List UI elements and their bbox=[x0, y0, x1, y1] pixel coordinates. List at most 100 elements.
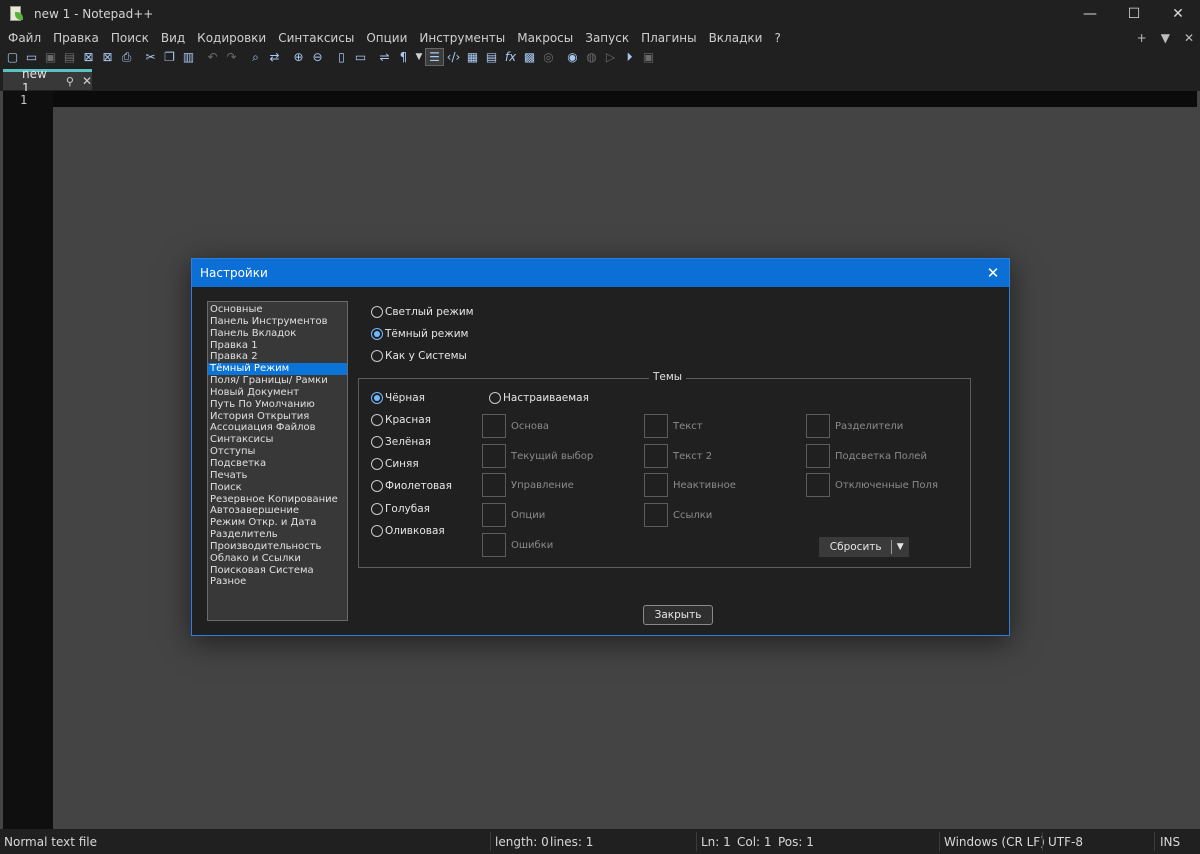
status-encoding[interactable]: UTF-8 bbox=[1048, 835, 1083, 849]
menu-settings[interactable]: Опции bbox=[360, 28, 413, 48]
tab-list-icon[interactable]: ▼ bbox=[1161, 31, 1170, 45]
doc-map-icon[interactable]: ▦ bbox=[463, 48, 482, 66]
show-all-chars-icon[interactable]: ¶ bbox=[394, 48, 413, 66]
status-length: length: 0 bbox=[495, 835, 549, 849]
menu-search[interactable]: Поиск bbox=[105, 28, 155, 48]
maximize-button[interactable]: ☐ bbox=[1112, 0, 1156, 28]
lang-xml-icon[interactable]: ‹/› bbox=[444, 48, 463, 66]
cut-icon[interactable]: ✂ bbox=[141, 48, 160, 66]
theme-black-radio[interactable]: Чёрная bbox=[371, 392, 425, 404]
category-item-search-engine[interactable]: Поисковая Система bbox=[208, 565, 347, 577]
theme-cyan-radio[interactable]: Голубая bbox=[371, 503, 430, 515]
zoom-out-icon[interactable]: ⊖ bbox=[308, 48, 327, 66]
indent-guide-icon[interactable]: ☰ bbox=[425, 48, 444, 66]
system-mode-radio[interactable]: Как у Системы bbox=[371, 350, 467, 362]
category-item-tabbar[interactable]: Панель Вкладок bbox=[208, 328, 347, 340]
category-item-recent-files[interactable]: История Открытия bbox=[208, 411, 347, 423]
category-item-multi-instance[interactable]: Режим Откр. и Дата bbox=[208, 517, 347, 529]
theme-green-radio[interactable]: Зелёная bbox=[371, 436, 431, 448]
category-item-new-document[interactable]: Новый Документ bbox=[208, 387, 347, 399]
print-icon[interactable]: ⎙ bbox=[117, 48, 136, 66]
close-all-icon[interactable]: ⊠ bbox=[98, 48, 117, 66]
category-item-general[interactable]: Основные bbox=[208, 304, 347, 316]
sync-horizontal-icon[interactable]: ▭ bbox=[351, 48, 370, 66]
category-item-print[interactable]: Печать bbox=[208, 470, 347, 482]
category-item-file-association[interactable]: Ассоциация Файлов bbox=[208, 422, 347, 434]
category-item-searching[interactable]: Поиск bbox=[208, 482, 347, 494]
menu-help[interactable]: ? bbox=[768, 28, 786, 48]
category-item-language[interactable]: Синтаксисы bbox=[208, 434, 347, 446]
category-item-dark-mode[interactable]: Тёмный Режим bbox=[208, 363, 347, 376]
category-item-default-directory[interactable]: Путь По Умолчанию bbox=[208, 399, 347, 411]
play-multiple-icon[interactable]: ⏵ bbox=[620, 48, 639, 66]
light-mode-radio[interactable]: Светлый режим bbox=[371, 306, 474, 318]
find-icon[interactable]: ⌕ bbox=[246, 48, 265, 66]
folder-workspace-icon[interactable]: ▩ bbox=[520, 48, 539, 66]
category-item-cloud-link[interactable]: Облако и Ссылки bbox=[208, 553, 347, 565]
theme-custom-radio[interactable]: Настраиваемая bbox=[489, 392, 589, 404]
tab-new-1[interactable]: new 1 ⚲ ✕ bbox=[3, 67, 92, 95]
word-wrap-icon[interactable]: ⇌ bbox=[375, 48, 394, 66]
menu-plugins[interactable]: Плагины bbox=[635, 28, 702, 48]
category-item-margins[interactable]: Поля/ Границы/ Рамки bbox=[208, 375, 347, 387]
menu-file[interactable]: Файл bbox=[2, 28, 47, 48]
chevron-down-icon[interactable]: ▼ bbox=[892, 542, 908, 552]
stop-macro-icon[interactable]: ◍ bbox=[582, 48, 601, 66]
category-item-highlighting[interactable]: Подсветка bbox=[208, 458, 347, 470]
pin-icon[interactable]: ⚲ bbox=[66, 75, 74, 88]
tab-close-icon[interactable]: ✕ bbox=[82, 74, 92, 88]
category-item-misc[interactable]: Разное bbox=[208, 576, 347, 588]
category-item-delimiter[interactable]: Разделитель bbox=[208, 529, 347, 541]
menu-run[interactable]: Запуск bbox=[579, 28, 635, 48]
dialog-close-icon[interactable]: ✕ bbox=[983, 263, 1003, 283]
replace-icon[interactable]: ⇄ bbox=[265, 48, 284, 66]
paste-icon[interactable]: ▥ bbox=[179, 48, 198, 66]
theme-red-radio[interactable]: Красная bbox=[371, 414, 431, 426]
dropdown-icon[interactable]: ▼ bbox=[413, 48, 425, 66]
menu-encoding[interactable]: Кодировки bbox=[191, 28, 272, 48]
menu-tools[interactable]: Инструменты bbox=[413, 28, 511, 48]
monitoring-icon[interactable]: ◎ bbox=[539, 48, 558, 66]
category-item-autocompletion[interactable]: Автозавершение bbox=[208, 505, 347, 517]
open-file-icon[interactable]: ▭ bbox=[22, 48, 41, 66]
menu-view[interactable]: Вид bbox=[155, 28, 191, 48]
zoom-in-icon[interactable]: ⊕ bbox=[289, 48, 308, 66]
menu-edit[interactable]: Правка bbox=[47, 28, 105, 48]
sync-vertical-icon[interactable]: ▯ bbox=[332, 48, 351, 66]
close-icon[interactable]: ⊠ bbox=[79, 48, 98, 66]
record-macro-icon[interactable]: ◉ bbox=[563, 48, 582, 66]
save-icon[interactable]: ▣ bbox=[41, 48, 60, 66]
play-macro-icon[interactable]: ▷ bbox=[601, 48, 620, 66]
color-text-2: Текст 2 bbox=[644, 444, 712, 468]
dark-mode-radio[interactable]: Тёмный режим bbox=[371, 328, 468, 340]
category-item-editing-1[interactable]: Правка 1 bbox=[208, 340, 347, 352]
doc-list-icon[interactable]: ▤ bbox=[482, 48, 501, 66]
theme-purple-radio[interactable]: Фиолетовая bbox=[371, 480, 452, 492]
category-item-performance[interactable]: Производительность bbox=[208, 541, 347, 553]
category-list[interactable]: Основные Панель Инструментов Панель Вкла… bbox=[207, 301, 348, 621]
undo-icon[interactable]: ↶ bbox=[203, 48, 222, 66]
copy-icon[interactable]: ❐ bbox=[160, 48, 179, 66]
theme-olive-radio[interactable]: Оливковая bbox=[371, 525, 445, 537]
reset-button[interactable]: Сбросить ▼ bbox=[819, 537, 909, 557]
close-doc-icon[interactable]: ✕ bbox=[1184, 31, 1194, 45]
redo-icon[interactable]: ↷ bbox=[222, 48, 241, 66]
save-macro-icon[interactable]: ▣ bbox=[639, 48, 658, 66]
new-file-icon[interactable]: ▢ bbox=[3, 48, 22, 66]
menu-language[interactable]: Синтаксисы bbox=[272, 28, 360, 48]
close-dialog-button[interactable]: Закрыть bbox=[643, 605, 713, 625]
category-item-toolbar[interactable]: Панель Инструментов bbox=[208, 316, 347, 328]
minimize-button[interactable]: — bbox=[1068, 0, 1112, 28]
add-tab-icon[interactable]: + bbox=[1137, 31, 1147, 45]
menu-macro[interactable]: Макросы bbox=[511, 28, 579, 48]
category-item-indentation[interactable]: Отступы bbox=[208, 446, 347, 458]
status-insert-mode[interactable]: INS bbox=[1160, 835, 1180, 849]
category-item-backup[interactable]: Резервное Копирование bbox=[208, 494, 347, 506]
menu-window[interactable]: Вкладки bbox=[703, 28, 769, 48]
close-window-button[interactable]: ✕ bbox=[1156, 0, 1200, 28]
theme-blue-radio[interactable]: Синяя bbox=[371, 458, 419, 470]
save-all-icon[interactable]: ▤ bbox=[60, 48, 79, 66]
status-eol[interactable]: Windows (CR LF) bbox=[944, 835, 1045, 849]
function-list-icon[interactable]: fx bbox=[501, 48, 520, 66]
category-item-editing-2[interactable]: Правка 2 bbox=[208, 351, 347, 363]
